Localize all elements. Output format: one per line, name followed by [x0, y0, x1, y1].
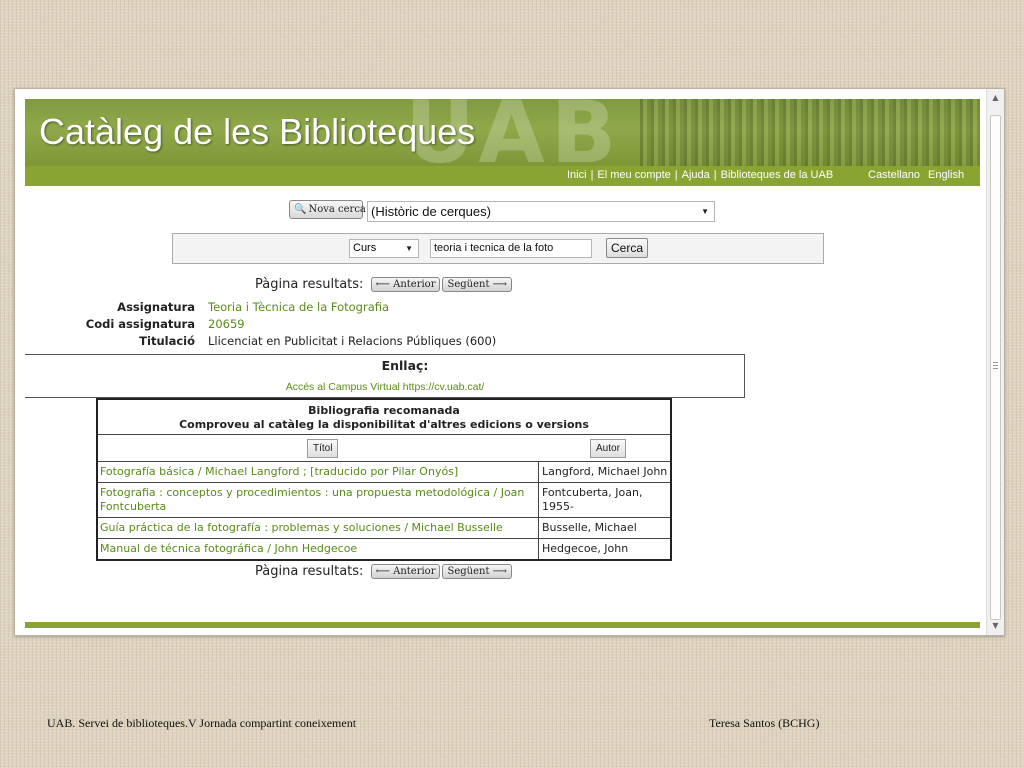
slide-footer-left: UAB. Servei de biblioteques.V Jornada co…	[47, 716, 357, 730]
book-title-link[interactable]: Manual de técnica fotográfica / John Hed…	[98, 539, 536, 558]
scroll-down-icon[interactable]: ▼	[987, 619, 1004, 633]
language-links: Castellano English	[868, 169, 964, 181]
degree-row: Titulació Llicenciat en Publicitat i Rel…	[15, 334, 615, 350]
arrow-left-icon: ⟵	[375, 279, 390, 290]
search-scope-select[interactable]: Curs ▼	[349, 239, 419, 258]
arrow-left-icon: ⟵	[375, 566, 390, 577]
nav-link-el-meu-compte[interactable]: El meu compte	[597, 169, 670, 181]
book-author: Busselle, Michael	[538, 518, 670, 538]
table-row: Fotografía básica / Michael Langford ; […	[98, 462, 670, 483]
pager-prev-button[interactable]: ⟵ Anterior	[370, 564, 441, 579]
nav-link-inici[interactable]: Inici	[567, 169, 587, 181]
book-title-link[interactable]: Fotografia : conceptos y procedimientos …	[98, 483, 536, 515]
search-history-select[interactable]: (Històric de cerques) ▼	[367, 201, 715, 222]
sort-by-title-button[interactable]: Títol	[307, 439, 339, 458]
pager-label: Pàgina resultats:	[255, 564, 364, 579]
bibliography-sort-row: Títol Autor	[98, 435, 670, 462]
code-row: Codi assignatura 20659	[15, 317, 615, 333]
campus-virtual-link[interactable]: Accés al Campus Virtual https://cv.uab.c…	[25, 381, 745, 393]
code-label: Codi assignatura	[85, 317, 195, 331]
page-footer-bar	[25, 622, 980, 628]
pager-next-label: Següent	[447, 279, 490, 290]
book-author: Hedgecoe, John	[538, 539, 670, 559]
nav-separator: |	[713, 169, 717, 181]
pager-prev-button[interactable]: ⟵ Anterior	[370, 277, 441, 292]
book-author: Fontcuberta, Joan, 1955-	[538, 483, 670, 517]
scrollbar-thumb[interactable]	[990, 115, 1001, 620]
nav-link-biblioteques[interactable]: Biblioteques de la UAB	[721, 169, 834, 181]
pager-next-button[interactable]: Següent ⟶	[442, 277, 513, 292]
catalog-title: Catàleg de les Biblioteques	[39, 111, 476, 152]
link-box-title: Enllaç:	[381, 358, 429, 373]
arrow-right-icon: ⟶	[492, 566, 508, 577]
code-value[interactable]: 20659	[208, 317, 245, 331]
vertical-scrollbar[interactable]: ▲ ▼	[986, 89, 1004, 635]
pager-next-button[interactable]: Següent ⟶	[442, 564, 513, 579]
search-submit-button[interactable]: Cerca	[606, 238, 648, 258]
degree-label: Titulació	[139, 334, 195, 348]
results-pager-top: Pàgina resultats: ⟵ Anterior Següent ⟶	[255, 277, 513, 295]
pager-prev-label: Anterior	[393, 279, 436, 290]
bibliography-table: Bibliografia recomanada Comproveu al cat…	[96, 398, 672, 561]
lang-castellano-link[interactable]: Castellano	[868, 169, 920, 181]
triangle-down-icon: ▼	[701, 207, 709, 216]
slide-footer-right: Teresa Santos (BCHG)	[709, 716, 820, 730]
book-author: Langford, Michael John	[538, 462, 670, 482]
results-pager-bottom: Pàgina resultats: ⟵ Anterior Següent ⟶	[255, 564, 513, 582]
arrow-right-icon: ⟶	[492, 279, 508, 290]
catalog-banner: UAB Catàleg de les Biblioteques	[25, 99, 980, 166]
nav-links: Inici | El meu compte | Ajuda | Biblioteques d…	[567, 169, 833, 181]
search-query-input[interactable]: teoria i tecnica de la foto	[430, 239, 592, 258]
magnifier-icon: 🔍	[294, 204, 307, 215]
top-navbar: Inici | El meu compte | Ajuda | Biblioteques d…	[25, 166, 980, 186]
nav-separator: |	[674, 169, 678, 181]
link-box: Enllaç: Accés al Campus Virtual https://…	[25, 354, 745, 398]
bibliography-heading: Bibliografia recomanada Comproveu al cat…	[98, 400, 670, 435]
nav-link-ajuda[interactable]: Ajuda	[682, 169, 710, 181]
lang-english-link[interactable]: English	[928, 169, 964, 181]
book-title-link[interactable]: Fotografía básica / Michael Langford ; […	[98, 462, 536, 481]
new-search-label: Nova cerca	[308, 204, 366, 215]
bibliography-heading-note: Comproveu al catàleg la disponibilitat d…	[179, 418, 589, 431]
book-title-link[interactable]: Guía práctica de la fotografía : problem…	[98, 518, 536, 537]
grip-icon	[993, 362, 998, 369]
subject-value[interactable]: Teoria i Tècnica de la Fotografia	[208, 300, 389, 314]
degree-value: Llicenciat en Publicitat i Relacions Púb…	[208, 334, 497, 348]
subject-row: Assignatura Teoria i Tècnica de la Fotog…	[15, 300, 615, 316]
sort-by-author-button[interactable]: Autor	[590, 439, 626, 458]
bibliography-heading-title: Bibliografia recomanada	[308, 404, 460, 417]
table-row: Fotografia : conceptos y procedimientos …	[98, 483, 670, 518]
search-panel: Curs ▼ teoria i tecnica de la foto Cerca	[172, 233, 824, 264]
subject-label: Assignatura	[117, 300, 195, 314]
search-history-value: (Històric de cerques)	[371, 204, 491, 219]
new-search-button[interactable]: 🔍 Nova cerca	[289, 200, 366, 219]
pager-next-label: Següent	[447, 566, 490, 577]
triangle-down-icon: ▼	[405, 244, 413, 253]
scroll-up-icon[interactable]: ▲	[987, 91, 1004, 105]
table-row: Manual de técnica fotográfica / John Hed…	[98, 539, 670, 559]
table-row: Guía práctica de la fotografía : problem…	[98, 518, 670, 539]
pager-label: Pàgina resultats:	[255, 277, 364, 292]
search-scope-value: Curs	[353, 242, 377, 254]
nav-separator: |	[590, 169, 594, 181]
browser-window: UAB Catàleg de les Biblioteques Inici | El…	[14, 88, 1005, 636]
pager-prev-label: Anterior	[393, 566, 436, 577]
